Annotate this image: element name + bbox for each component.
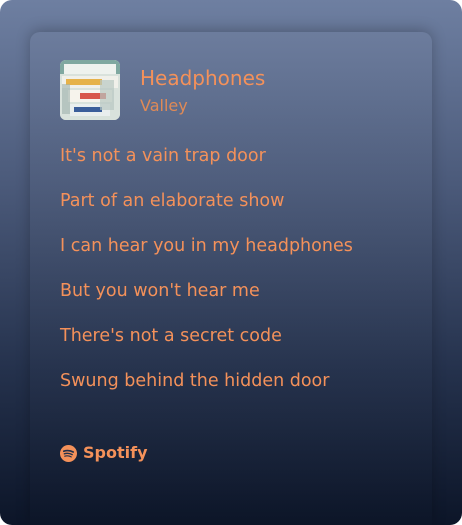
lyric-line: It's not a vain trap door	[60, 146, 266, 166]
track-meta: Headphones Valley	[140, 60, 265, 116]
spotify-label: Spotify	[83, 443, 148, 462]
spotify-icon	[60, 444, 77, 462]
lyrics-list: It's not a vain trap door Part of an ela…	[60, 142, 353, 412]
track-title: Headphones	[140, 66, 266, 90]
lyric-line: Swung behind the hidden door	[60, 371, 330, 391]
lyric-line: But you won't hear me	[60, 281, 260, 301]
lyrics-card: Headphones Valley It's not a vain trap d…	[30, 32, 432, 525]
lyric-line: I can hear you in my headphones	[60, 236, 353, 256]
lyric-line: Part of an elaborate show	[60, 191, 285, 211]
lyrics-widget: Headphones Valley It's not a vain trap d…	[0, 0, 462, 525]
track-header: Headphones Valley	[60, 60, 265, 120]
track-artist: Valley	[140, 96, 188, 115]
album-cover-art	[60, 60, 120, 120]
spotify-link[interactable]: Spotify	[60, 443, 148, 463]
lyric-line: There's not a secret code	[60, 326, 282, 346]
album-cover-image	[60, 60, 120, 120]
